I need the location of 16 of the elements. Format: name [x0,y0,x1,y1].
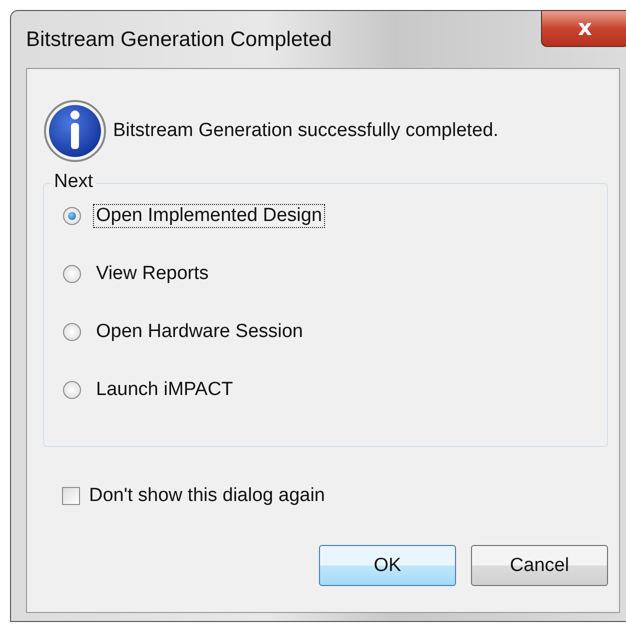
window-title: Bitstream Generation Completed [26,28,332,52]
option-label[interactable]: View Reports [93,262,212,286]
radio-button[interactable] [63,323,81,341]
info-icon [43,99,107,163]
radio-button[interactable] [63,207,81,225]
radio-button[interactable] [63,381,81,399]
radio-button[interactable] [63,265,81,283]
close-button[interactable]: x [541,10,626,47]
ok-button[interactable]: OK [319,545,456,586]
checkbox[interactable] [62,487,80,505]
cancel-button[interactable]: Cancel [471,545,608,586]
message-text: Bitstream Generation successfully completed. [113,120,498,142]
checkbox-label[interactable]: Don't show this dialog again [89,485,325,507]
option-label[interactable]: Open Implemented Design [93,204,326,228]
option-label[interactable]: Open Hardware Session [93,320,306,344]
option-label[interactable]: Launch iMPACT [93,378,236,402]
